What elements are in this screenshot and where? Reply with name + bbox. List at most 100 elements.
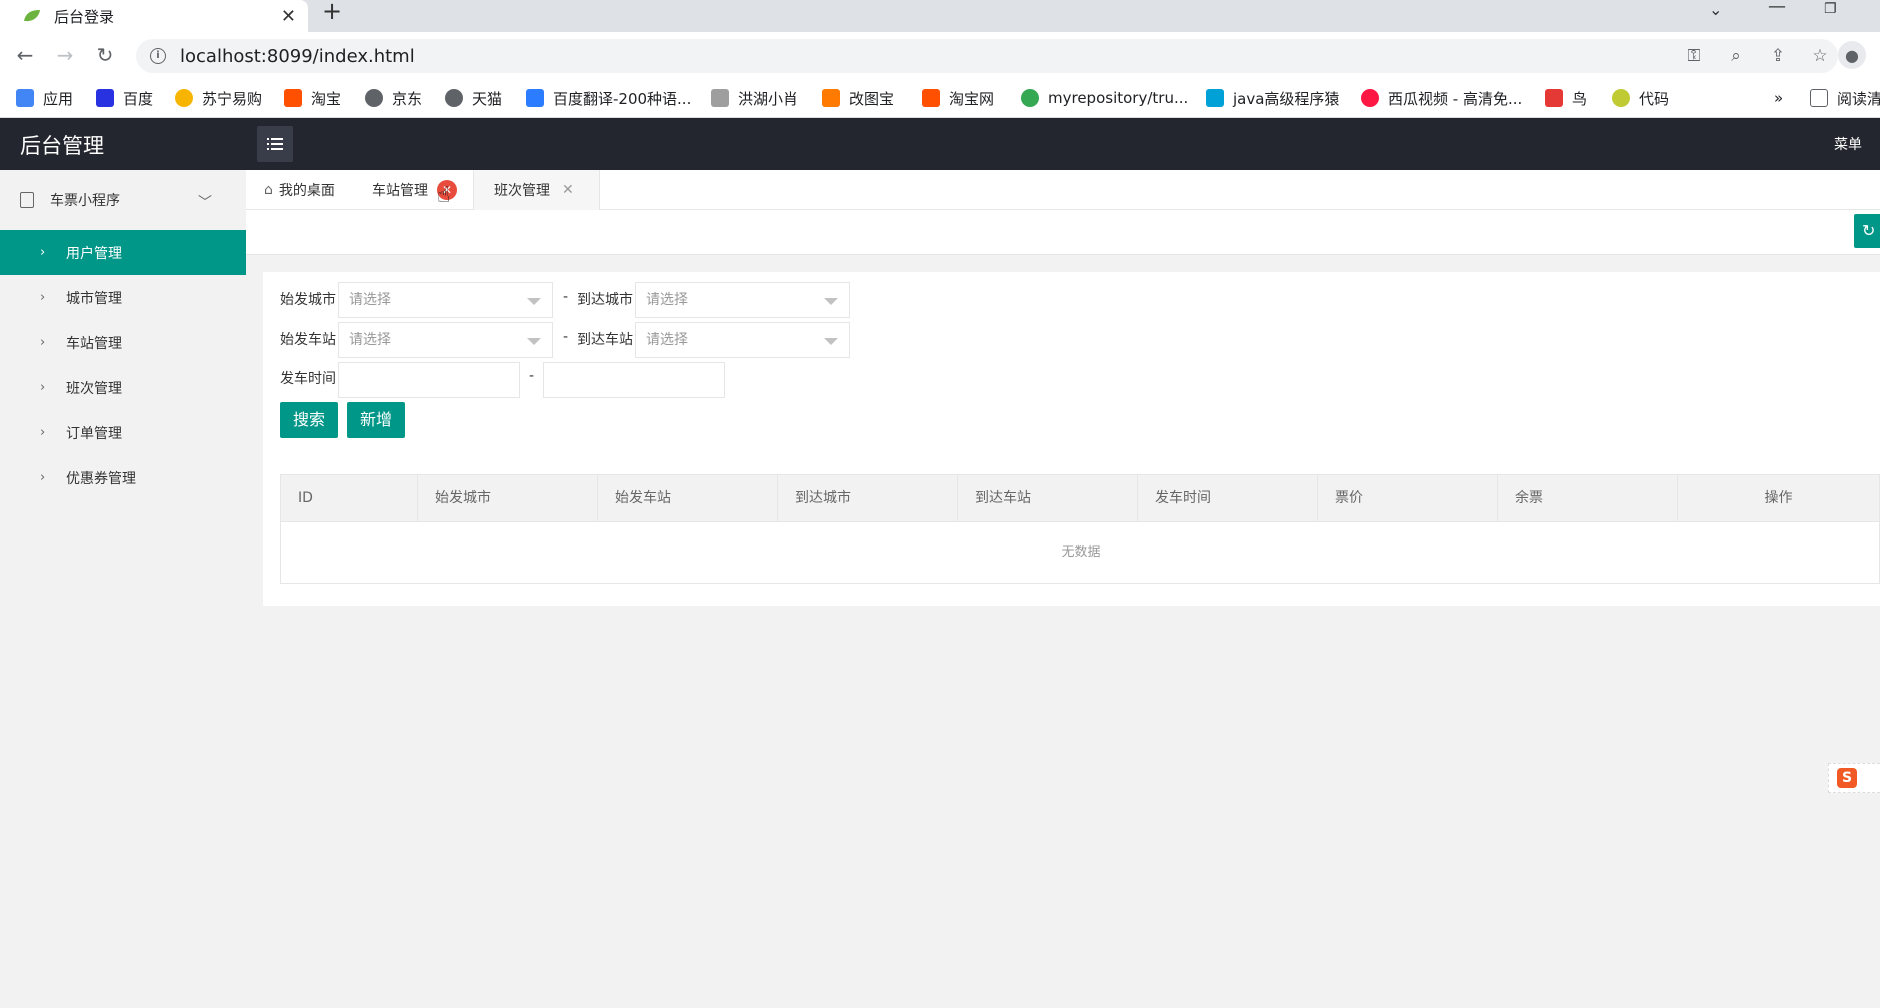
hand-cursor-icon: ☝ xyxy=(437,183,451,208)
site-info-icon[interactable]: i xyxy=(150,48,166,64)
sidebar-item-orders[interactable]: › 订单管理 xyxy=(0,410,246,455)
bookmark-item[interactable]: 洪湖小肖 xyxy=(711,88,798,108)
zoom-icon[interactable]: ⌕ xyxy=(1726,46,1746,66)
column-header[interactable]: 余票 xyxy=(1498,475,1678,521)
column-header[interactable]: 始发车站 xyxy=(598,475,778,521)
end-city-label: 到达城市 xyxy=(577,292,633,308)
column-header[interactable]: 到达城市 xyxy=(778,475,958,521)
star-icon[interactable]: ☆ xyxy=(1810,46,1830,66)
profile-avatar-icon[interactable]: ● xyxy=(1838,41,1866,69)
column-header[interactable]: 到达车站 xyxy=(958,475,1138,521)
column-header[interactable]: 票价 xyxy=(1318,475,1498,521)
bookmark-item[interactable]: 百度翻译-200种语... xyxy=(526,88,691,108)
bookmark-item[interactable]: 西瓜视频 - 高清免... xyxy=(1361,88,1522,108)
address-bar[interactable]: i localhost:8099/index.html ⚿ ⌕ ⇪ ☆ xyxy=(136,39,1838,73)
caret-down-icon xyxy=(824,338,838,345)
spring-leaf-icon xyxy=(24,10,40,22)
tab-search-chevron-icon[interactable]: ⌄ xyxy=(1709,0,1722,20)
range-separator: - xyxy=(563,329,569,345)
more-bookmarks-button[interactable]: » xyxy=(1774,88,1783,108)
sidebar-group-ticket-app[interactable]: 车票小程序 ﹀ xyxy=(0,170,246,230)
chevron-down-icon: ﹀ xyxy=(198,195,212,211)
sidebar-item-label: 优惠券管理 xyxy=(66,470,136,487)
sidebar-group-label: 车票小程序 xyxy=(50,193,120,209)
bookmark-item[interactable]: 天猫 xyxy=(445,88,502,108)
search-button[interactable]: 搜索 xyxy=(280,402,338,438)
forward-arrow-icon[interactable]: → xyxy=(53,43,77,67)
share-icon[interactable]: ⇪ xyxy=(1768,46,1788,66)
start-station-select[interactable]: 请选择 xyxy=(338,322,553,358)
tab-label: 班次管理 xyxy=(494,183,550,199)
depart-time-end-input[interactable] xyxy=(543,362,725,398)
depart-time-label: 发车时间 xyxy=(280,371,336,387)
baidu-icon xyxy=(96,89,114,107)
home-icon: ⌂ xyxy=(264,182,273,198)
start-city-select[interactable]: 请选择 xyxy=(338,282,553,318)
list-menu-icon xyxy=(267,138,283,150)
bookmark-item[interactable]: 改图宝 xyxy=(822,88,894,108)
bookmark-item[interactable]: 鸟 xyxy=(1545,88,1587,108)
bookmark-item[interactable]: 应用 xyxy=(16,88,73,108)
refresh-button[interactable]: ↻ xyxy=(1854,214,1880,248)
menu-toggle-button[interactable] xyxy=(257,126,293,162)
sidebar-item-cities[interactable]: › 城市管理 xyxy=(0,275,246,320)
app-logo: 后台管理 xyxy=(20,134,104,158)
content-toolbar: ↻ xyxy=(246,210,1880,255)
reading-list-icon xyxy=(1810,89,1828,107)
start-city-label: 始发城市 xyxy=(280,292,336,308)
caret-down-icon xyxy=(824,298,838,305)
new-tab-button[interactable]: + xyxy=(322,0,342,24)
sidebar-item-schedules[interactable]: › 班次管理 xyxy=(0,365,246,410)
sidebar-item-stations[interactable]: › 车站管理 xyxy=(0,320,246,365)
column-header[interactable]: 始发城市 xyxy=(418,475,598,521)
sogou-ime-icon: S xyxy=(1837,768,1857,788)
close-tab-icon[interactable]: ✕ xyxy=(562,182,574,198)
bookmark-item[interactable]: myrepository/tru... xyxy=(1021,88,1188,108)
reload-icon[interactable]: ↻ xyxy=(93,43,117,67)
key-icon[interactable]: ⚿ xyxy=(1684,46,1704,66)
sidebar-item-users[interactable]: › 用户管理 xyxy=(0,230,246,275)
chrome-icon xyxy=(1021,89,1039,107)
url-text[interactable]: localhost:8099/index.html xyxy=(180,46,415,67)
browser-tab[interactable]: 后台登录 ✕ xyxy=(0,0,308,32)
xigua-icon xyxy=(1361,89,1379,107)
bookmark-item[interactable]: 代码 xyxy=(1612,88,1669,108)
bookmarks-bar: 应用 百度 苏宁易购 淘宝 京东 天猫 百度翻译-200种语... 洪湖小肖 改… xyxy=(0,78,1880,118)
minimize-icon[interactable]: — xyxy=(1768,0,1786,17)
ime-toolbar[interactable]: S xyxy=(1828,763,1880,793)
bookmark-item[interactable]: 百度 xyxy=(96,88,153,108)
range-separator: - xyxy=(563,289,569,305)
taobao-icon xyxy=(922,89,940,107)
chevron-right-icon: › xyxy=(40,245,46,260)
taobao-icon xyxy=(284,89,302,107)
reading-list-button[interactable]: 阅读清 xyxy=(1810,88,1880,108)
globe-icon xyxy=(365,89,383,107)
sidebar-item-coupons[interactable]: › 优惠券管理 xyxy=(0,455,246,500)
restore-icon[interactable]: ❐ xyxy=(1824,1,1837,21)
header-menu-button[interactable]: 菜单 xyxy=(1834,134,1862,154)
bookmark-item[interactable]: java高级程序猿 xyxy=(1206,88,1339,108)
bookmark-item[interactable]: 苏宁易购 xyxy=(175,88,262,108)
table-header: ID 始发城市 始发车站 到达城市 到达车站 发车时间 票价 余票 操作 xyxy=(281,475,1879,522)
back-arrow-icon[interactable]: ← xyxy=(13,43,37,67)
end-station-select[interactable]: 请选择 xyxy=(635,322,850,358)
bookmark-item[interactable]: 淘宝网 xyxy=(922,88,994,108)
tab-my-desktop[interactable]: ⌂ 我的桌面 xyxy=(264,170,335,210)
bookmark-item[interactable]: 京东 xyxy=(365,88,422,108)
end-city-select[interactable]: 请选择 xyxy=(635,282,850,318)
depart-time-start-input[interactable] xyxy=(338,362,520,398)
gaitubao-icon xyxy=(822,89,840,107)
apps-grid-icon xyxy=(16,89,34,107)
add-button[interactable]: 新增 xyxy=(347,402,405,438)
column-header[interactable]: 发车时间 xyxy=(1138,475,1318,521)
tab-label: 我的桌面 xyxy=(278,183,335,199)
main-content: 始发城市 请选择 - 到达城市 请选择 始发车站 请选择 - 到达车站 请选择 … xyxy=(263,272,1880,606)
code-icon xyxy=(1612,89,1630,107)
column-header[interactable]: ID xyxy=(281,475,418,521)
column-header[interactable]: 操作 xyxy=(1678,475,1879,521)
sidebar-item-label: 订单管理 xyxy=(66,425,122,442)
sidebar: 车票小程序 ﹀ › 用户管理 › 城市管理 › 车站管理 › 班次管理 › 订单管理 › 优… xyxy=(0,170,246,1008)
close-tab-icon[interactable]: ✕ xyxy=(281,6,296,27)
tab-schedule-management[interactable]: 班次管理 ✕ xyxy=(473,170,600,210)
bookmark-item[interactable]: 淘宝 xyxy=(284,88,341,108)
